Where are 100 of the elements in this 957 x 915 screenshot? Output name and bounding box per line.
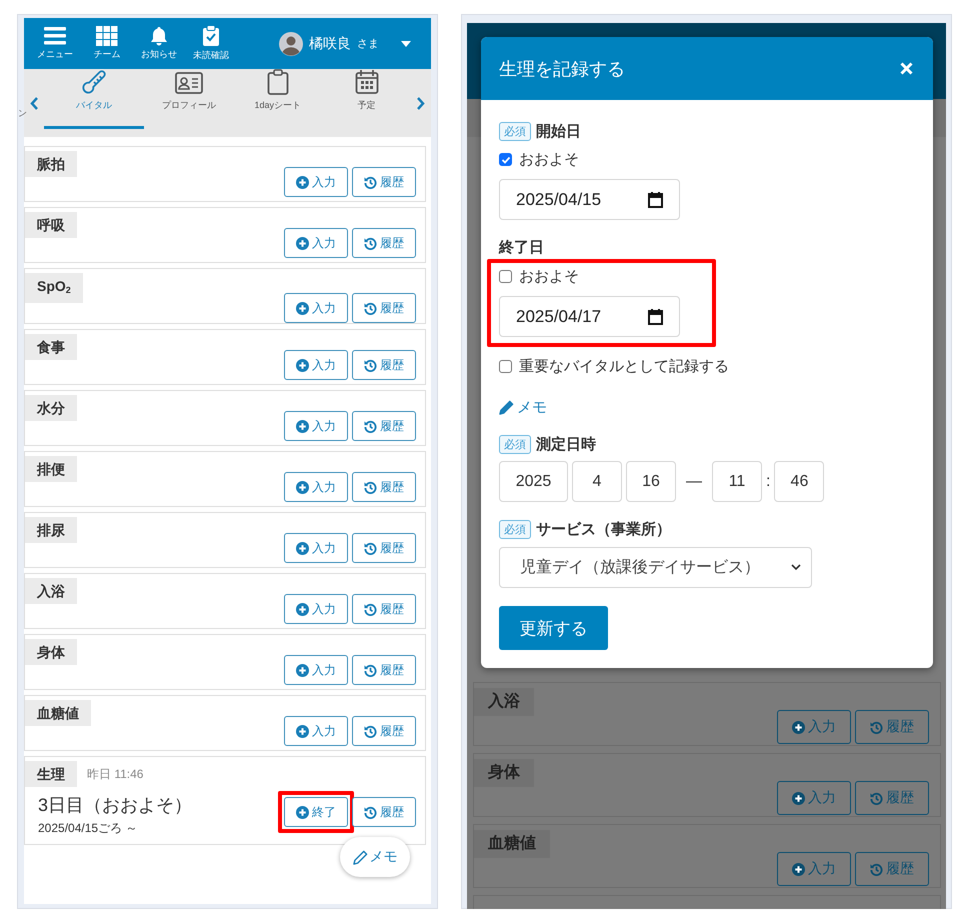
chevron-right-icon[interactable] <box>417 96 426 110</box>
input-button[interactable]: 入力 <box>284 594 348 624</box>
vital-label: 血糖値 <box>474 830 550 858</box>
history-button[interactable]: 履歴 <box>352 228 416 258</box>
history-button[interactable]: 履歴 <box>352 655 416 685</box>
memo-link[interactable]: メモ <box>499 398 915 417</box>
history-icon <box>364 806 377 818</box>
plus-circle-icon <box>296 664 309 676</box>
plus-circle-icon <box>296 176 309 188</box>
field-label: 測定日時 <box>536 435 596 454</box>
history-icon <box>364 542 377 554</box>
user-name[interactable]: 橘咲良 <box>309 34 351 52</box>
day-field[interactable]: 16 <box>626 461 676 502</box>
nav-label[interactable]: チーム <box>94 48 120 61</box>
nav-label[interactable]: お知らせ <box>141 48 177 61</box>
required-badge: 必須 <box>499 435 531 454</box>
vital-label: 食事 <box>25 334 77 360</box>
menu-icon <box>44 26 66 46</box>
history-button[interactable]: 履歴 <box>352 472 416 502</box>
checkbox-label[interactable]: おおよそ <box>519 267 579 286</box>
history-button[interactable]: 履歴 <box>352 167 416 197</box>
history-button[interactable]: 履歴 <box>352 411 416 441</box>
history-icon <box>364 358 377 372</box>
pencil-icon <box>499 400 514 415</box>
tab[interactable]: 1dayシート <box>233 69 322 129</box>
history-icon <box>364 480 377 494</box>
checkbox[interactable] <box>499 360 512 373</box>
close-icon[interactable] <box>900 62 913 75</box>
history-icon <box>364 420 377 432</box>
end-button[interactable]: 終了 <box>284 797 348 827</box>
vital-label: 身体 <box>474 759 534 787</box>
dialog-title: 生理を記録する <box>499 58 625 80</box>
nav-label[interactable]: メニュー <box>37 48 73 61</box>
date-field[interactable]: 2025/04/17 <box>499 296 680 337</box>
input-button[interactable]: 入力 <box>284 350 348 380</box>
plus-circle-icon <box>296 602 309 616</box>
pencil-icon <box>352 850 368 864</box>
record-time: 昨日 11:46 <box>87 766 144 782</box>
vital-label: 呼吸 <box>25 212 77 238</box>
history-icon <box>364 602 377 616</box>
field-label: 開始日 <box>536 122 581 141</box>
history-icon <box>870 720 883 734</box>
minute-field[interactable]: 46 <box>774 461 824 502</box>
history-icon <box>364 724 377 738</box>
chevron-left-icon[interactable] <box>30 96 38 110</box>
input-button[interactable]: 入力 <box>284 655 348 685</box>
required-badge: 必須 <box>499 520 531 539</box>
checkbox[interactable] <box>499 153 512 166</box>
history-button[interactable]: 履歴 <box>352 533 416 563</box>
history-icon <box>870 792 883 804</box>
honorific: さま <box>357 37 379 51</box>
history-button[interactable]: 履歴 <box>352 350 416 380</box>
tab[interactable]: プロフィール <box>144 69 234 129</box>
plus-circle-icon <box>792 862 805 876</box>
date-field[interactable]: 2025/04/15 <box>499 179 680 220</box>
tab[interactable]: 予定 <box>322 69 412 129</box>
plus-circle-icon <box>296 724 309 738</box>
vital-label: 身体 <box>25 639 77 665</box>
checkbox[interactable] <box>499 270 512 283</box>
required-badge: 必須 <box>499 122 531 141</box>
tab[interactable]: バイタル <box>44 69 144 129</box>
separator: : <box>766 472 770 490</box>
calendar-icon <box>648 308 663 324</box>
vital-label: 血糖値 <box>25 700 91 726</box>
input-button[interactable]: 入力 <box>284 716 348 746</box>
history-button[interactable]: 履歴 <box>352 716 416 746</box>
hour-field[interactable]: 11 <box>712 461 762 502</box>
period-status: 3日目（おおよそ） <box>38 794 194 817</box>
service-select[interactable]: 児童デイ（放課後デイサービス） <box>499 547 812 588</box>
history-button[interactable]: 履歴 <box>352 797 416 827</box>
checkbox-label[interactable]: おおよそ <box>519 150 579 169</box>
history-icon <box>870 862 883 876</box>
tab-label[interactable]: ン <box>18 107 27 120</box>
plus-circle-icon <box>296 806 309 818</box>
caret-icon[interactable] <box>401 40 411 46</box>
avatar-icon[interactable] <box>279 32 303 56</box>
plus-circle-icon <box>296 480 309 494</box>
history-icon <box>364 302 377 314</box>
year-field[interactable]: 2025 <box>499 461 568 502</box>
plus-circle-icon <box>792 792 805 804</box>
update-button[interactable]: 更新する <box>499 606 608 650</box>
thermometer-icon <box>80 69 108 95</box>
input-button[interactable]: 入力 <box>284 228 348 258</box>
memo-button[interactable]: メモ <box>340 837 410 877</box>
checkbox-label[interactable]: 重要なバイタルとして記録する <box>519 357 729 376</box>
input-button[interactable]: 入力 <box>284 167 348 197</box>
input-button[interactable]: 入力 <box>284 411 348 441</box>
input-button[interactable]: 入力 <box>284 293 348 323</box>
calendar-icon <box>354 69 379 95</box>
history-icon <box>364 176 377 188</box>
bell-icon <box>149 26 169 46</box>
nav-label[interactable]: 未読確認 <box>193 49 229 62</box>
start-date: 2025/04/15ごろ ～ <box>38 820 138 837</box>
input-button[interactable]: 入力 <box>284 472 348 502</box>
history-button[interactable]: 履歴 <box>352 293 416 323</box>
history-icon <box>364 236 377 250</box>
input-button[interactable]: 入力 <box>284 533 348 563</box>
history-button[interactable]: 履歴 <box>352 594 416 624</box>
month-field[interactable]: 4 <box>572 461 622 502</box>
plus-circle-icon <box>296 302 309 314</box>
